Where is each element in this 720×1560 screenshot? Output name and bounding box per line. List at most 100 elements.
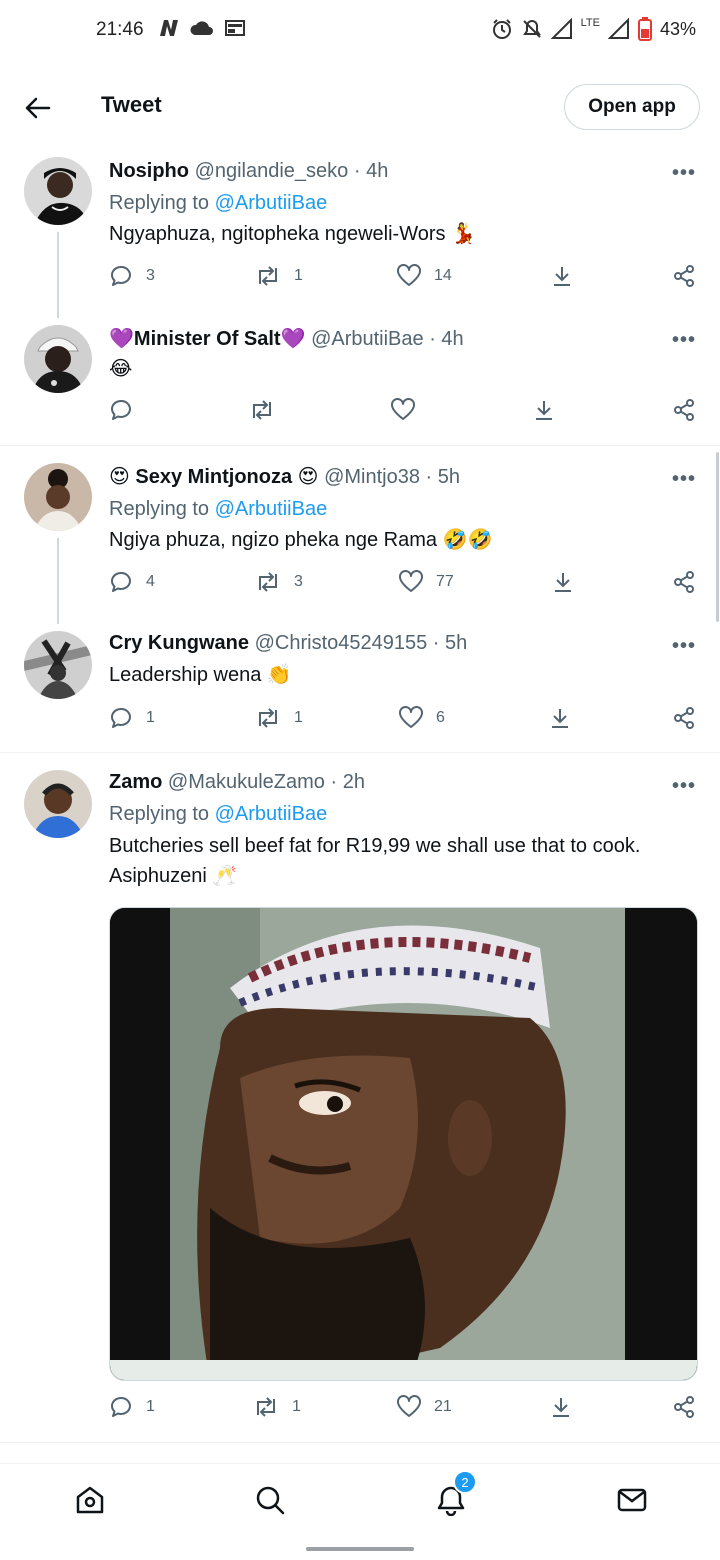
reply-button[interactable]: 1 <box>110 1395 155 1419</box>
mention-link[interactable]: @ArbutiiBae <box>215 192 328 214</box>
retweet-icon <box>259 266 277 286</box>
more-options-icon[interactable]: ••• <box>672 329 696 352</box>
share-button[interactable] <box>672 398 696 422</box>
tweet-author-name[interactable]: 😍 Sexy Mintjonoza 😍 <box>109 466 319 488</box>
lte-label: LTE <box>580 17 600 29</box>
like-button[interactable]: 77 <box>398 570 454 594</box>
tweet-nosipho[interactable]: Nosipho @ngilandie_seko · 4h ••• Replyin… <box>0 152 720 318</box>
bottom-navigation: 2 <box>0 1463 720 1537</box>
tweet-text: 😂 <box>109 358 133 380</box>
reply-icon <box>110 1396 131 1417</box>
tweet-handle-time: @ArbutiiBae · 4h <box>311 328 464 350</box>
more-options-icon[interactable]: ••• <box>672 775 696 798</box>
arrow-left-icon <box>25 97 51 119</box>
reply-icon <box>110 265 131 286</box>
retweet-button[interactable] <box>248 398 276 422</box>
download-button[interactable] <box>550 264 574 288</box>
reply-icon <box>110 399 131 420</box>
heart-icon <box>397 1395 421 1417</box>
more-options-icon[interactable]: ••• <box>672 635 696 658</box>
avatar[interactable] <box>24 325 92 393</box>
mention-link[interactable]: @ArbutiiBae <box>215 803 328 825</box>
share-icon <box>674 1396 694 1418</box>
heart-icon <box>397 264 421 286</box>
tweet-text: Ngyaphuza, ngitopheka ngeweli-Wors 💃 <box>109 223 476 245</box>
download-icon <box>536 401 552 420</box>
download-icon <box>553 1398 569 1417</box>
retweet-count: 1 <box>294 267 303 284</box>
tweet-text: Leadership wena 👏 <box>109 664 292 686</box>
like-button[interactable]: 6 <box>398 706 445 730</box>
scrollbar[interactable] <box>716 452 719 622</box>
download-icon <box>554 267 570 286</box>
tweet-handle-time: @MakukuleZamo · 2h <box>167 771 365 793</box>
share-icon <box>674 265 694 287</box>
tweet-actions <box>0 398 720 430</box>
nav-search[interactable] <box>252 1482 288 1518</box>
share-button[interactable] <box>672 1395 696 1419</box>
download-icon <box>555 573 571 592</box>
avatar[interactable] <box>24 631 92 699</box>
mention-link[interactable]: @ArbutiiBae <box>215 498 328 520</box>
mute-icon <box>522 19 541 38</box>
signal-icon-2 <box>607 18 629 39</box>
portrait-photo <box>110 908 697 1380</box>
status-time: 21:46 <box>96 19 144 40</box>
nav-home[interactable] <box>72 1482 108 1518</box>
retweet-button[interactable]: 3 <box>254 570 303 594</box>
battery-text: 43% <box>659 18 696 39</box>
reply-button[interactable]: 1 <box>110 706 155 730</box>
retweet-count: 1 <box>292 1398 301 1415</box>
avatar[interactable] <box>24 463 92 531</box>
reply-button[interactable]: 3 <box>110 264 155 288</box>
tweet-author-name[interactable]: Nosipho <box>109 160 189 182</box>
retweet-icon <box>259 572 277 592</box>
tweet-sexy-mintjonoza[interactable]: 😍 Sexy Mintjonoza 😍 @Mintjo38 · 5h ••• R… <box>0 458 720 624</box>
like-count: 14 <box>434 267 452 284</box>
heart-icon <box>399 706 423 728</box>
home-indicator[interactable] <box>306 1547 414 1551</box>
tweet-actions: 4 3 77 <box>0 570 720 602</box>
like-button[interactable] <box>390 398 416 422</box>
heart-icon <box>391 398 415 420</box>
tweet-author-name[interactable]: 💜Minister Of Salt💜 <box>109 328 306 350</box>
tweet-media-image[interactable] <box>109 907 698 1381</box>
tweet-author-name[interactable]: Zamo <box>109 771 162 793</box>
download-button[interactable] <box>548 706 572 730</box>
nav-notifications[interactable]: 2 <box>433 1470 477 1518</box>
like-button[interactable]: 14 <box>396 264 452 288</box>
cloud-icon <box>190 21 213 35</box>
share-button[interactable] <box>672 706 696 730</box>
share-button[interactable] <box>672 264 696 288</box>
retweet-button[interactable]: 1 <box>252 1395 301 1419</box>
retweet-button[interactable]: 1 <box>254 264 303 288</box>
status-bar: 21:46 LTE 43% <box>0 0 720 60</box>
mail-icon <box>617 1488 647 1512</box>
like-button[interactable]: 21 <box>396 1395 452 1419</box>
divider <box>0 1442 720 1443</box>
tweet-cry-kungwane[interactable]: Cry Kungwane @Christo45249155 · 5h ••• L… <box>0 626 720 750</box>
download-button[interactable] <box>532 398 556 422</box>
download-button[interactable] <box>551 570 575 594</box>
reply-button[interactable] <box>110 398 134 422</box>
back-button[interactable] <box>22 92 54 124</box>
download-button[interactable] <box>549 1395 573 1419</box>
nav-messages[interactable] <box>614 1482 650 1518</box>
reply-icon <box>110 571 131 592</box>
share-icon <box>674 571 694 593</box>
avatar[interactable] <box>24 770 92 838</box>
tweet-handle-time: @ngilandie_seko · 4h <box>194 160 389 182</box>
share-button[interactable] <box>672 570 696 594</box>
more-options-icon[interactable]: ••• <box>672 162 696 185</box>
tweet-author-name[interactable]: Cry Kungwane <box>109 632 249 654</box>
tweet-actions: 1 1 6 <box>0 706 720 738</box>
tweet-zamo[interactable]: Zamo @MakukuleZamo · 2h ••• Replying to … <box>0 765 720 1445</box>
retweet-button[interactable]: 1 <box>254 706 303 730</box>
alarm-icon <box>492 19 511 39</box>
more-options-icon[interactable]: ••• <box>672 468 696 491</box>
tweet-minister-of-salt[interactable]: 💜Minister Of Salt💜 @ArbutiiBae · 4h ••• … <box>0 320 720 444</box>
open-app-button[interactable]: Open app <box>564 84 700 130</box>
reply-button[interactable]: 4 <box>110 570 155 594</box>
like-count: 77 <box>436 573 454 590</box>
avatar[interactable] <box>24 157 92 225</box>
